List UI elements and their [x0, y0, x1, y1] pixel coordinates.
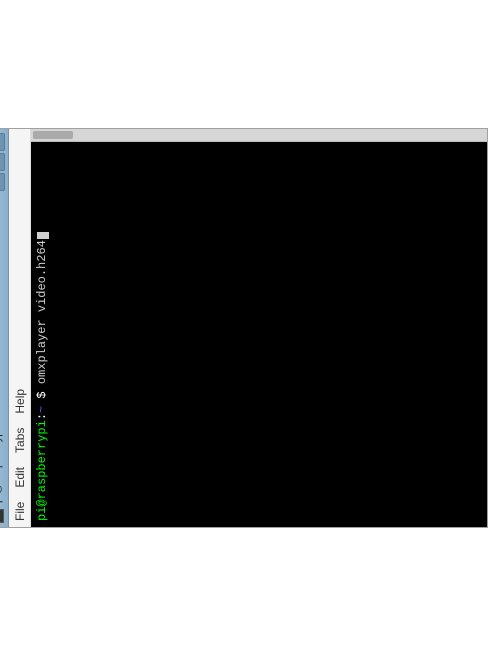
- prompt-path: ~: [35, 406, 49, 413]
- terminal-area[interactable]: pi@raspberrypi:~ $ omxplayer video.h264: [31, 129, 487, 527]
- prompt-line: pi@raspberrypi:~ $ omxplayer video.h264: [35, 135, 51, 521]
- minimize-button[interactable]: [0, 173, 5, 191]
- titlebar[interactable]: pi@raspberrypi: ~: [0, 129, 9, 527]
- close-button[interactable]: [0, 133, 5, 151]
- prompt-user-host: pi@raspberrypi: [35, 420, 49, 521]
- command-text: omxplayer video.h264: [35, 240, 49, 384]
- menu-file[interactable]: File: [13, 502, 27, 521]
- menu-edit[interactable]: Edit: [13, 467, 27, 488]
- terminal-icon: [0, 509, 4, 523]
- prompt-char: $: [35, 384, 49, 406]
- menubar: File Edit Tabs Help: [9, 129, 31, 527]
- maximize-button[interactable]: [0, 153, 5, 171]
- menu-help[interactable]: Help: [13, 389, 27, 414]
- scrollbar[interactable]: [31, 129, 487, 142]
- scrollbar-thumb[interactable]: [33, 131, 73, 139]
- window-title: pi@raspberrypi: ~: [0, 191, 3, 503]
- menu-tabs[interactable]: Tabs: [13, 428, 27, 453]
- cursor: [37, 232, 49, 239]
- window-controls: [0, 133, 5, 191]
- terminal-window: pi@raspberrypi: ~ File Edit Tabs Help pi…: [0, 128, 488, 528]
- prompt-separator: :: [35, 413, 49, 420]
